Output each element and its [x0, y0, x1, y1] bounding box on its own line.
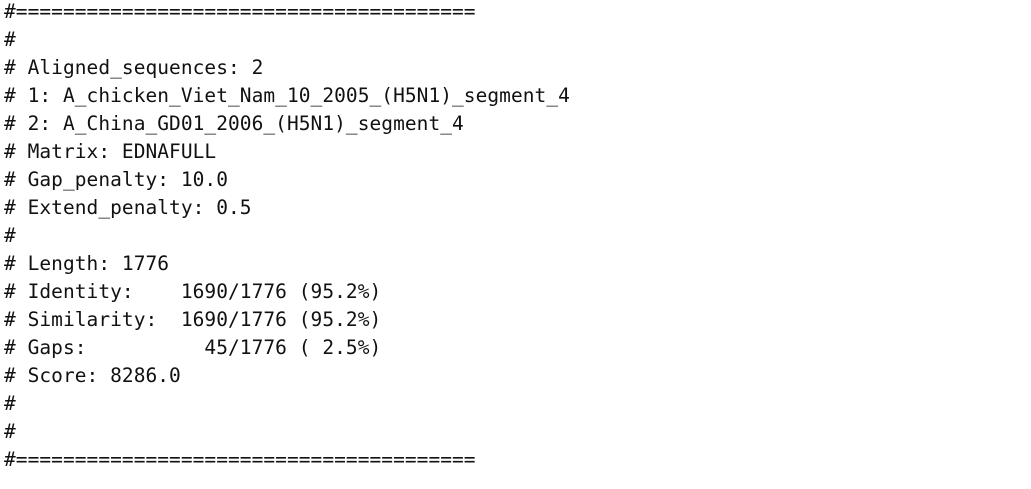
matrix-line: # Matrix: EDNAFULL: [4, 140, 217, 163]
length-line: # Length: 1776: [4, 252, 170, 275]
separator-bottom: #=======================================: [4, 448, 476, 471]
gaps-line: # Gaps: 45/1776 ( 2.5%): [4, 336, 382, 359]
sequence-1-line: # 1: A_chicken_Viet_Nam_10_2005_(H5N1)_s…: [4, 84, 570, 107]
comment-blank-line: #: [4, 224, 16, 247]
comment-blank-line: #: [4, 420, 16, 443]
similarity-line: # Similarity: 1690/1776 (95.2%): [4, 308, 382, 331]
comment-blank-line: #: [4, 28, 16, 51]
score-line: # Score: 8286.0: [4, 364, 181, 387]
gap-penalty-line: # Gap_penalty: 10.0: [4, 168, 229, 191]
separator-top: #=======================================: [4, 0, 476, 23]
extend-penalty-line: # Extend_penalty: 0.5: [4, 196, 252, 219]
aligned-sequences-line: # Aligned_sequences: 2: [4, 56, 264, 79]
identity-line: # Identity: 1690/1776 (95.2%): [4, 280, 382, 303]
sequence-2-line: # 2: A_China_GD01_2006_(H5N1)_segment_4: [4, 112, 464, 135]
comment-blank-line: #: [4, 392, 16, 415]
alignment-output: #=======================================…: [4, 0, 1024, 489]
